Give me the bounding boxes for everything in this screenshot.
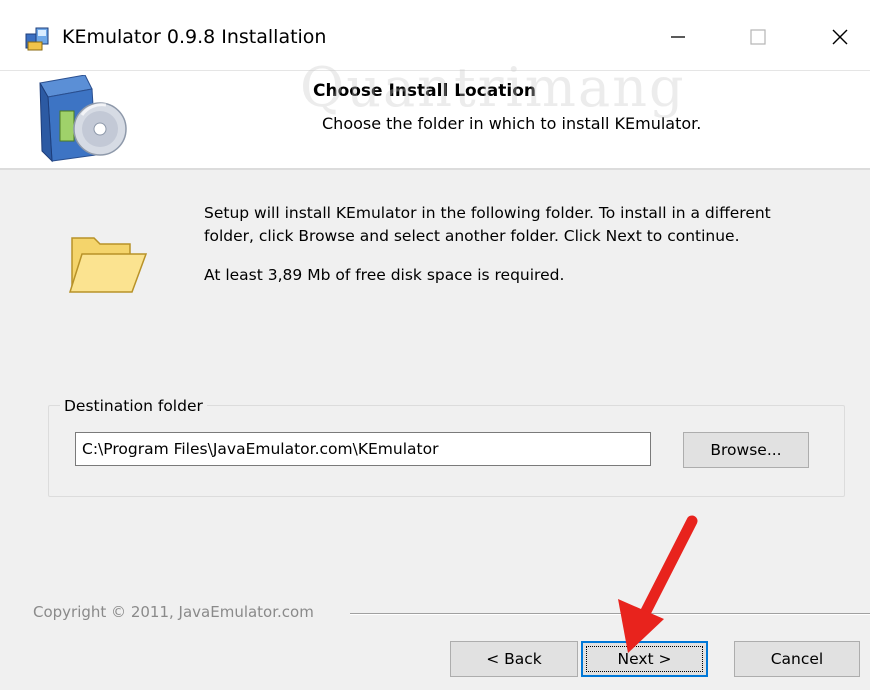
window-title: KEmulator 0.9.8 Installation: [62, 26, 327, 48]
copyright-text: Copyright © 2011, JavaEmulator.com: [33, 603, 320, 621]
install-description: Setup will install KEmulator in the foll…: [204, 204, 771, 245]
title-bar: KEmulator 0.9.8 Installation: [0, 0, 870, 71]
page-subtitle: Choose the folder in which to install KE…: [322, 114, 702, 133]
minimize-icon: [671, 36, 685, 38]
cancel-button[interactable]: Cancel: [734, 641, 860, 677]
next-button-label: Next >: [617, 650, 672, 668]
disk-space-required: At least 3,89 Mb of free disk space is r…: [204, 266, 565, 284]
install-disc-box-icon: [39, 75, 127, 163]
maximize-icon: [750, 29, 766, 45]
annotation-arrow-icon: [618, 515, 698, 653]
destination-group-label: Destination folder: [60, 397, 207, 415]
minimize-button[interactable]: [655, 17, 701, 57]
maximize-button[interactable]: [735, 17, 781, 57]
destination-path-input[interactable]: [75, 432, 651, 466]
page-header: Choose Install Location Choose the folde…: [0, 71, 870, 170]
folder-open-icon: [68, 237, 148, 293]
close-button[interactable]: [817, 17, 863, 57]
installer-icon: [25, 27, 49, 51]
browse-button[interactable]: Browse...: [683, 432, 809, 468]
close-icon: [832, 29, 848, 45]
back-button[interactable]: < Back: [450, 641, 578, 677]
page-title: Choose Install Location: [313, 81, 537, 101]
footer-separator-highlight: [350, 614, 870, 615]
next-button[interactable]: Next >: [581, 641, 708, 677]
